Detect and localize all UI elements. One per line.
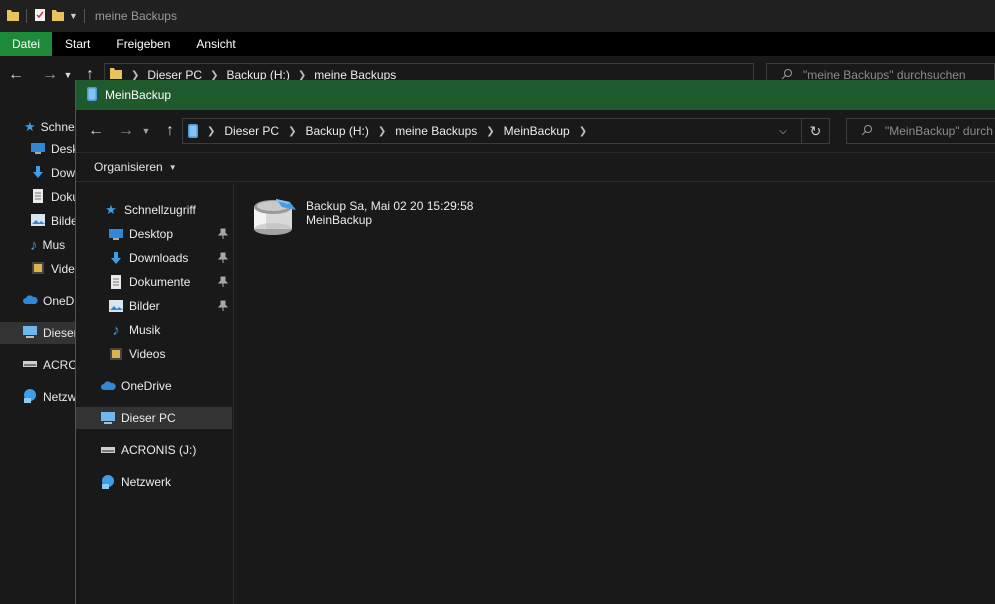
sidebar-item-network[interactable]: Netzw (0, 386, 76, 408)
download-icon (107, 250, 125, 266)
sidebar-item-acronis[interactable]: ACRON (0, 354, 76, 376)
chevron-right-icon: ❯ (131, 69, 140, 81)
pictures-icon (30, 213, 46, 230)
cloud-icon (22, 294, 38, 309)
chevron-right-icon: ❯ (210, 69, 219, 81)
explorer-window: MeinBackup ← → ▼ ↑ ❯ Dieser PC ❯ Backup … (75, 80, 995, 604)
pin-icon[interactable] (216, 299, 230, 313)
music-icon: ♪ (30, 236, 38, 254)
drive-icon (22, 358, 38, 372)
chevron-right-icon[interactable]: ❯ (207, 126, 215, 137)
up-arrow-icon[interactable]: ↑ (158, 119, 182, 143)
sidebar-item-videos[interactable]: Vide (0, 258, 76, 280)
customize-quick-access-icon[interactable]: ▼ (69, 11, 78, 21)
sidebar-item-videos[interactable]: Videos (76, 343, 232, 365)
tab-file[interactable]: Datei (0, 32, 53, 56)
sidebar-item-documents[interactable]: Doku (0, 186, 76, 208)
command-bar: Organisieren ▼ (76, 152, 995, 182)
download-icon (30, 165, 46, 182)
document-icon (107, 274, 125, 290)
breadcrumb-item[interactable]: Backup (H:) (305, 124, 368, 138)
backup-drive-icon (187, 123, 199, 139)
pin-icon[interactable] (216, 251, 230, 265)
back-arrow-icon[interactable]: ← (4, 63, 28, 87)
desktop-icon (107, 226, 125, 242)
organize-button[interactable]: Organisieren ▼ (94, 160, 177, 174)
sidebar-item-documents[interactable]: Dokumente (76, 271, 232, 293)
computer-icon (99, 410, 117, 426)
folder-icon (6, 8, 20, 25)
drive-icon (99, 442, 117, 458)
chevron-down-icon: ▼ (168, 162, 177, 172)
sidebar-item-acronis[interactable]: ACRONIS (J:) (76, 439, 232, 461)
chevron-right-icon[interactable]: ❯ (486, 126, 494, 137)
sidebar-item-network[interactable]: Netzwerk (76, 471, 232, 493)
computer-icon (22, 325, 38, 342)
pin-icon[interactable] (216, 275, 230, 289)
tab-share[interactable]: Freigeben (103, 32, 183, 56)
breadcrumb-item[interactable]: Dieser PC (224, 124, 279, 138)
chevron-right-icon[interactable]: ❯ (378, 126, 386, 137)
sidebar-item-quick-access[interactable]: ★ Schne (0, 116, 76, 138)
search-placeholder: "MeinBackup" durch (885, 124, 993, 138)
sidebar-item-pictures[interactable]: Bilde (0, 210, 76, 232)
sidebar-item-desktop[interactable]: Desk (0, 138, 76, 160)
address-history-dropdown-icon[interactable]: ⌵ (775, 123, 791, 139)
network-icon (99, 474, 117, 490)
star-icon: ★ (105, 202, 117, 217)
chevron-right-icon[interactable]: ❯ (579, 126, 587, 137)
cloud-icon (99, 378, 117, 394)
forward-arrow-icon[interactable]: → (114, 119, 138, 143)
background-window-title: meine Backups (94, 9, 177, 23)
pictures-icon (107, 298, 125, 314)
ribbon-tabs: Datei Start Freigeben Ansicht (0, 32, 995, 56)
properties-icon[interactable] (33, 8, 47, 25)
music-icon: ♪ (112, 321, 120, 339)
sidebar-item-pictures[interactable]: Bilder (76, 295, 232, 317)
window-title: MeinBackup (105, 88, 172, 102)
chevron-right-icon[interactable]: ❯ (288, 126, 296, 137)
breadcrumb-item[interactable]: MeinBackup (504, 124, 570, 138)
sidebar-item-this-pc[interactable]: Dieser PC (76, 407, 232, 429)
search-box[interactable]: "MeinBackup" durch (846, 118, 995, 144)
file-list: Backup Sa, Mai 02 20 15:29:58 MeinBackup (236, 183, 995, 604)
sidebar-item-desktop[interactable]: Desktop (76, 223, 232, 245)
pin-icon[interactable] (216, 227, 230, 241)
navigation-pane: ★ Schnellzugriff Desktop Downloads Dokum… (76, 183, 234, 604)
tab-view[interactable]: Ansicht (183, 32, 248, 56)
desktop-icon (30, 141, 46, 158)
recent-locations-icon[interactable]: ▼ (62, 63, 74, 87)
backup-drive-icon (86, 86, 98, 105)
sidebar-item-quick-access[interactable]: ★ Schnellzugriff (76, 199, 232, 221)
star-icon: ★ (24, 119, 36, 134)
sidebar-item-onedrive[interactable]: OneDr (0, 290, 76, 312)
window-title-bar[interactable]: MeinBackup (76, 80, 995, 110)
sidebar-item-music[interactable]: ♪ Mus (0, 234, 76, 256)
video-icon (30, 261, 46, 278)
document-icon (30, 188, 46, 206)
background-navigation-pane: ★ Schne Desk Dow Doku Bilde ♪ Mus Vide (0, 110, 76, 604)
sidebar-item-this-pc[interactable]: Dieser (0, 322, 76, 344)
backup-file-item[interactable]: Backup Sa, Mai 02 20 15:29:58 MeinBackup (252, 195, 473, 240)
sidebar-item-onedrive[interactable]: OneDrive (76, 375, 232, 397)
search-icon (861, 124, 873, 139)
background-title-bar: ▼ meine Backups (0, 0, 995, 32)
chevron-right-icon: ❯ (297, 69, 307, 81)
address-bar[interactable]: ❯ Dieser PC ❯ Backup (H:) ❯ meine Backup… (182, 118, 830, 144)
backup-name: Backup Sa, Mai 02 20 15:29:58 (306, 199, 474, 213)
tab-start[interactable]: Start (52, 32, 103, 56)
back-arrow-icon[interactable]: ← (84, 119, 108, 143)
refresh-icon[interactable]: ↻ (801, 119, 829, 143)
new-folder-icon[interactable] (51, 8, 65, 25)
video-icon (107, 346, 125, 362)
backup-type-label: MeinBackup (306, 213, 373, 227)
sidebar-item-downloads[interactable]: Downloads (76, 247, 232, 269)
backup-archive-icon (252, 195, 298, 240)
network-icon (22, 388, 38, 407)
sidebar-item-downloads[interactable]: Dow (0, 162, 76, 184)
forward-arrow-icon[interactable]: → (38, 63, 62, 87)
sidebar-item-music[interactable]: ♪ Musik (76, 319, 232, 341)
breadcrumb-item[interactable]: meine Backups (395, 124, 477, 138)
recent-locations-icon[interactable]: ▼ (140, 119, 152, 143)
